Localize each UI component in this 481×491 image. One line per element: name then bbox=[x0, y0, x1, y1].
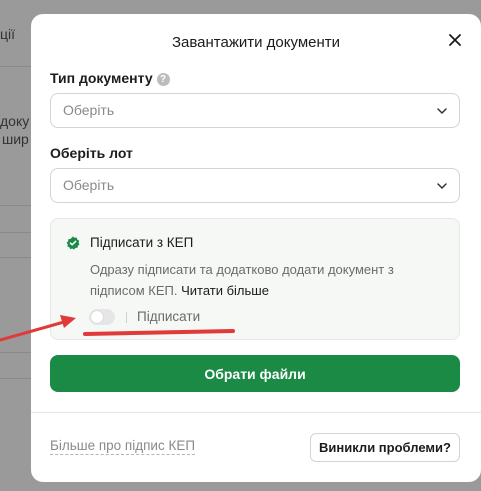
report-problem-button[interactable]: Виникли проблеми? bbox=[310, 433, 460, 462]
background-text: шир bbox=[2, 131, 29, 147]
read-more-link[interactable]: Читати більше bbox=[181, 283, 269, 298]
choose-files-button[interactable]: Обрати файли bbox=[50, 355, 460, 392]
kep-title: Підписати з КЕП bbox=[90, 235, 194, 250]
toggle-separator bbox=[126, 312, 127, 323]
close-button[interactable] bbox=[445, 30, 465, 50]
chevron-down-icon bbox=[437, 183, 447, 189]
sign-toggle-label: Підписати bbox=[137, 309, 201, 324]
lot-label: Оберіть лот bbox=[50, 145, 133, 161]
lot-placeholder: Оберіть bbox=[63, 177, 115, 193]
upload-documents-modal: Завантажити документи Тип документу? Обе… bbox=[31, 14, 481, 482]
kep-sign-panel: Підписати з КЕП Одразу підписати та дода… bbox=[50, 218, 460, 340]
doc-type-label: Тип документу? bbox=[50, 70, 170, 86]
chevron-down-icon bbox=[437, 108, 447, 114]
sign-toggle[interactable] bbox=[89, 309, 115, 325]
footer-divider bbox=[31, 412, 481, 413]
doc-type-label-text: Тип документу bbox=[50, 70, 153, 86]
modal-title: Завантажити документи bbox=[171, 34, 341, 51]
background-text: доку bbox=[0, 113, 30, 129]
doc-type-placeholder: Оберіть bbox=[63, 102, 115, 118]
lot-select[interactable]: Оберіть bbox=[50, 168, 460, 203]
question-circle-icon[interactable]: ? bbox=[156, 73, 170, 86]
background-text: ції bbox=[0, 26, 16, 42]
doc-type-select[interactable]: Оберіть bbox=[50, 93, 460, 128]
check-badge-icon bbox=[66, 236, 80, 250]
close-icon bbox=[449, 34, 461, 46]
kep-description: Одразу підписати та додатково додати док… bbox=[90, 259, 435, 301]
toggle-knob bbox=[91, 311, 103, 323]
kep-info-link[interactable]: Більше про підпис КЕП bbox=[50, 438, 196, 455]
